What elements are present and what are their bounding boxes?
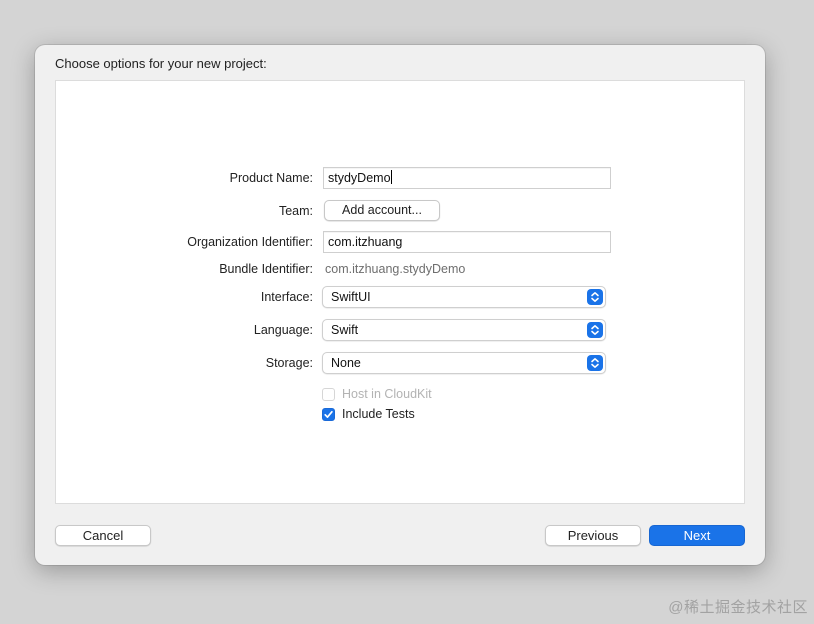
chevron-up-down-icon (587, 355, 603, 371)
storage-popup-value: None (331, 356, 361, 370)
language-popup-value: Swift (331, 323, 359, 337)
bundle-identifier-label: Bundle Identifier: (219, 262, 313, 276)
host-in-cloudkit-checkbox (322, 388, 335, 401)
checkmark-icon (324, 410, 333, 418)
bundle-identifier-value: com.itzhuang.stydyDemo (325, 262, 466, 276)
add-account-button[interactable]: Add account... (324, 200, 440, 221)
interface-label: Interface: (260, 290, 313, 304)
next-button[interactable]: Next (649, 525, 745, 546)
storage-label: Storage: (265, 356, 313, 370)
previous-button[interactable]: Previous (545, 525, 641, 546)
cancel-button[interactable]: Cancel (55, 525, 151, 546)
organization-identifier-value: com.itzhuang (328, 235, 403, 249)
dialog-title: Choose options for your new project: (55, 56, 267, 71)
chevron-up-down-icon (587, 322, 603, 338)
watermark-text: @稀土掘金技术社区 (668, 599, 808, 616)
product-name-field[interactable]: stydyDemo (323, 167, 611, 189)
language-label: Language: (253, 323, 313, 337)
organization-identifier-label: Organization Identifier: (187, 235, 313, 249)
chevron-up-down-icon (587, 289, 603, 305)
options-panel: Product Name: stydyDemo Team: Add accoun… (55, 80, 745, 504)
include-tests-label: Include Tests (342, 407, 415, 421)
organization-identifier-field[interactable]: com.itzhuang (323, 231, 611, 253)
new-project-options-dialog: Choose options for your new project: Pro… (35, 45, 765, 565)
host-in-cloudkit-label: Host in CloudKit (342, 387, 432, 401)
interface-popup[interactable]: SwiftUI (322, 286, 606, 308)
interface-popup-value: SwiftUI (331, 290, 371, 304)
include-tests-checkbox[interactable] (322, 408, 335, 421)
product-name-value: stydyDemo (328, 171, 391, 185)
team-label: Team: (278, 204, 313, 218)
storage-popup[interactable]: None (322, 352, 606, 374)
language-popup[interactable]: Swift (322, 319, 606, 341)
product-name-label: Product Name: (229, 171, 313, 185)
text-caret (390, 170, 392, 184)
